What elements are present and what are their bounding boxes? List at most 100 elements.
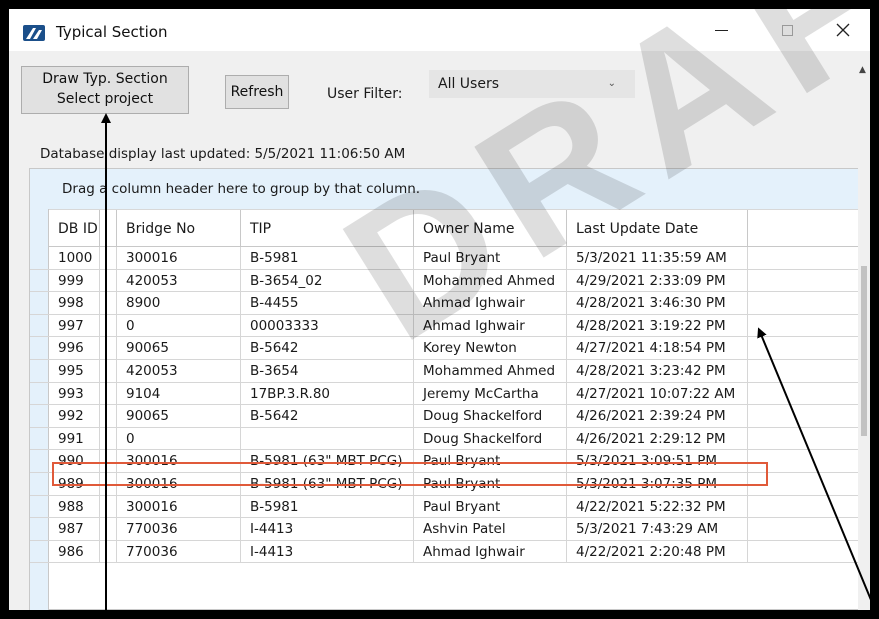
user-filter-select[interactable]: All Users ⌄ bbox=[429, 70, 635, 98]
column-header-tip[interactable]: TIP bbox=[241, 210, 414, 247]
cell-filler bbox=[748, 337, 858, 359]
refresh-button[interactable]: Refresh bbox=[225, 75, 289, 109]
table-row[interactable]: 988 300016 B-5981 Paul Bryant 4/22/2021 5:22… bbox=[30, 495, 858, 519]
cell-filler bbox=[748, 496, 858, 518]
column-header-bridge-no[interactable]: Bridge No bbox=[117, 210, 241, 247]
last-updated-text: Database display last updated: 5/5/2021 … bbox=[40, 146, 406, 162]
close-button[interactable] bbox=[817, 9, 869, 51]
table-row[interactable]: 993 9104 17BP.3.R.80 Jeremy McCartha 4/27/20… bbox=[30, 382, 858, 406]
cell-db-id: 996 bbox=[49, 337, 100, 359]
maximize-button[interactable] bbox=[761, 9, 813, 51]
column-header-db-id[interactable]: DB ID bbox=[49, 210, 100, 247]
cell-spacer bbox=[100, 405, 117, 427]
grid-header-row: DB ID Bridge No TIP Owner Name Last Upda… bbox=[49, 209, 858, 247]
cell-spacer bbox=[100, 495, 117, 518]
cell-owner-name: Korey Newton bbox=[414, 337, 567, 359]
cell-db-id: 986 bbox=[49, 540, 100, 563]
row-indicator[interactable] bbox=[30, 292, 49, 314]
cell-tip: 00003333 bbox=[241, 314, 414, 337]
row-indicator[interactable] bbox=[30, 314, 49, 337]
minimize-icon bbox=[714, 29, 728, 31]
row-indicator[interactable] bbox=[30, 495, 49, 518]
window-title: Typical Section bbox=[56, 23, 168, 41]
column-header-owner-name[interactable]: Owner Name bbox=[414, 210, 567, 247]
row-indicator[interactable] bbox=[30, 337, 49, 359]
cell-tip: B-5642 bbox=[241, 405, 414, 427]
cell-tip: 17BP.3.R.80 bbox=[241, 382, 414, 405]
table-row-highlighted[interactable]: 998 8900 B-4455 Ahmad Ighwair 4/28/2021 3:46… bbox=[30, 292, 858, 315]
column-header-filler bbox=[748, 210, 858, 247]
cell-bridge-no: 90065 bbox=[117, 337, 241, 359]
cell-db-id: 995 bbox=[49, 359, 100, 382]
cell-owner-name: Ahmad Ighwair bbox=[414, 292, 567, 314]
cell-owner-name: Ahmad Ighwair bbox=[414, 540, 567, 563]
scroll-up-icon[interactable]: ▲ bbox=[859, 65, 866, 75]
cell-db-id: 988 bbox=[49, 495, 100, 518]
projects-grid: Drag a column header here to group by th… bbox=[29, 168, 859, 610]
table-row[interactable]: 992 90065 B-5642 Doug Shackelford 4/26/2021 … bbox=[30, 405, 858, 428]
chevron-down-icon: ⌄ bbox=[607, 78, 616, 89]
typical-section-window: Typical Section Draw Typ. Section Select… bbox=[9, 9, 870, 610]
group-by-hint: Drag a column header here to group by th… bbox=[62, 181, 421, 197]
row-indicator[interactable] bbox=[30, 450, 49, 472]
cell-owner-name: Ashvin Patel bbox=[414, 518, 567, 540]
cell-owner-name: Paul Bryant bbox=[414, 495, 567, 518]
cell-db-id: 993 bbox=[49, 382, 100, 405]
row-indicator[interactable] bbox=[30, 540, 49, 563]
table-row[interactable]: 987 770036 I-4413 Ashvin Patel 5/3/2021 7:43… bbox=[30, 518, 858, 541]
cell-last-update-date: 4/26/2021 2:29:12 PM bbox=[567, 427, 748, 450]
cell-bridge-no: 0 bbox=[117, 427, 241, 450]
table-row[interactable]: 995 420053 B-3654 Mohammed Ahmed 4/28/2021 3… bbox=[30, 359, 858, 383]
cell-last-update-date: 5/3/2021 11:35:59 AM bbox=[567, 247, 748, 269]
cell-spacer bbox=[100, 292, 117, 314]
row-indicator[interactable] bbox=[30, 518, 49, 540]
cell-spacer bbox=[100, 382, 117, 405]
cell-filler bbox=[748, 428, 858, 450]
table-row[interactable]: 1000 300016 B-5981 Paul Bryant 5/3/2021 11:3… bbox=[30, 247, 858, 270]
table-row[interactable]: 991 0 Doug Shackelford 4/26/2021 2:29:12 PM bbox=[30, 427, 858, 451]
cell-tip: B-4455 bbox=[241, 292, 414, 314]
cell-last-update-date: 4/28/2021 3:19:22 PM bbox=[567, 314, 748, 337]
cell-filler bbox=[748, 247, 858, 269]
cell-db-id: 991 bbox=[49, 427, 100, 450]
row-indicator[interactable] bbox=[30, 382, 49, 405]
cell-filler bbox=[748, 383, 858, 405]
draw-typical-section-button[interactable]: Draw Typ. Section Select project bbox=[21, 66, 189, 114]
group-by-panel[interactable]: Drag a column header here to group by th… bbox=[30, 169, 858, 209]
cell-bridge-no: 770036 bbox=[117, 540, 241, 563]
cell-last-update-date: 4/26/2021 2:39:24 PM bbox=[567, 405, 748, 427]
cell-db-id: 997 bbox=[49, 314, 100, 337]
scrollbar-thumb[interactable] bbox=[861, 266, 867, 436]
cell-owner-name: Ahmad Ighwair bbox=[414, 314, 567, 337]
cell-filler bbox=[748, 360, 858, 382]
cell-last-update-date: 4/27/2021 4:18:54 PM bbox=[567, 337, 748, 359]
cell-db-id: 998 bbox=[49, 292, 100, 314]
row-indicator[interactable] bbox=[30, 269, 49, 292]
cell-spacer bbox=[100, 269, 117, 292]
table-row[interactable]: 986 770036 I-4413 Ahmad Ighwair 4/22/2021 2:… bbox=[30, 540, 858, 564]
cell-owner-name: Mohammed Ahmed bbox=[414, 269, 567, 292]
table-row[interactable]: 996 90065 B-5642 Korey Newton 4/27/2021 4:18… bbox=[30, 337, 858, 360]
minimize-button[interactable] bbox=[695, 9, 747, 51]
row-indicator[interactable] bbox=[30, 359, 49, 382]
row-indicator[interactable] bbox=[30, 472, 49, 495]
cell-bridge-no: 8900 bbox=[117, 292, 241, 314]
cell-last-update-date: 4/27/2021 10:07:22 AM bbox=[567, 382, 748, 405]
column-header-last-update-date[interactable]: Last Update Date bbox=[567, 210, 748, 247]
table-row[interactable]: 999 420053 B-3654_02 Mohammed Ahmed 4/29/202… bbox=[30, 269, 858, 293]
cell-bridge-no: 90065 bbox=[117, 405, 241, 427]
table-row[interactable]: 997 0 00003333 Ahmad Ighwair 4/28/2021 3:19:… bbox=[30, 314, 858, 338]
cell-tip: B-3654_02 bbox=[241, 269, 414, 292]
user-filter-value: All Users bbox=[438, 76, 500, 92]
cell-last-update-date: 4/28/2021 3:23:42 PM bbox=[567, 359, 748, 382]
cell-bridge-no: 770036 bbox=[117, 518, 241, 540]
cell-tip: B-5981 bbox=[241, 247, 414, 269]
vertical-scrollbar[interactable]: ▲ bbox=[858, 61, 870, 610]
row-indicator[interactable] bbox=[30, 405, 49, 427]
cell-filler bbox=[748, 405, 858, 427]
cell-spacer bbox=[100, 540, 117, 563]
cell-bridge-no: 300016 bbox=[117, 247, 241, 269]
row-indicator[interactable] bbox=[30, 427, 49, 450]
row-indicator[interactable] bbox=[30, 247, 49, 269]
close-icon bbox=[836, 23, 850, 37]
